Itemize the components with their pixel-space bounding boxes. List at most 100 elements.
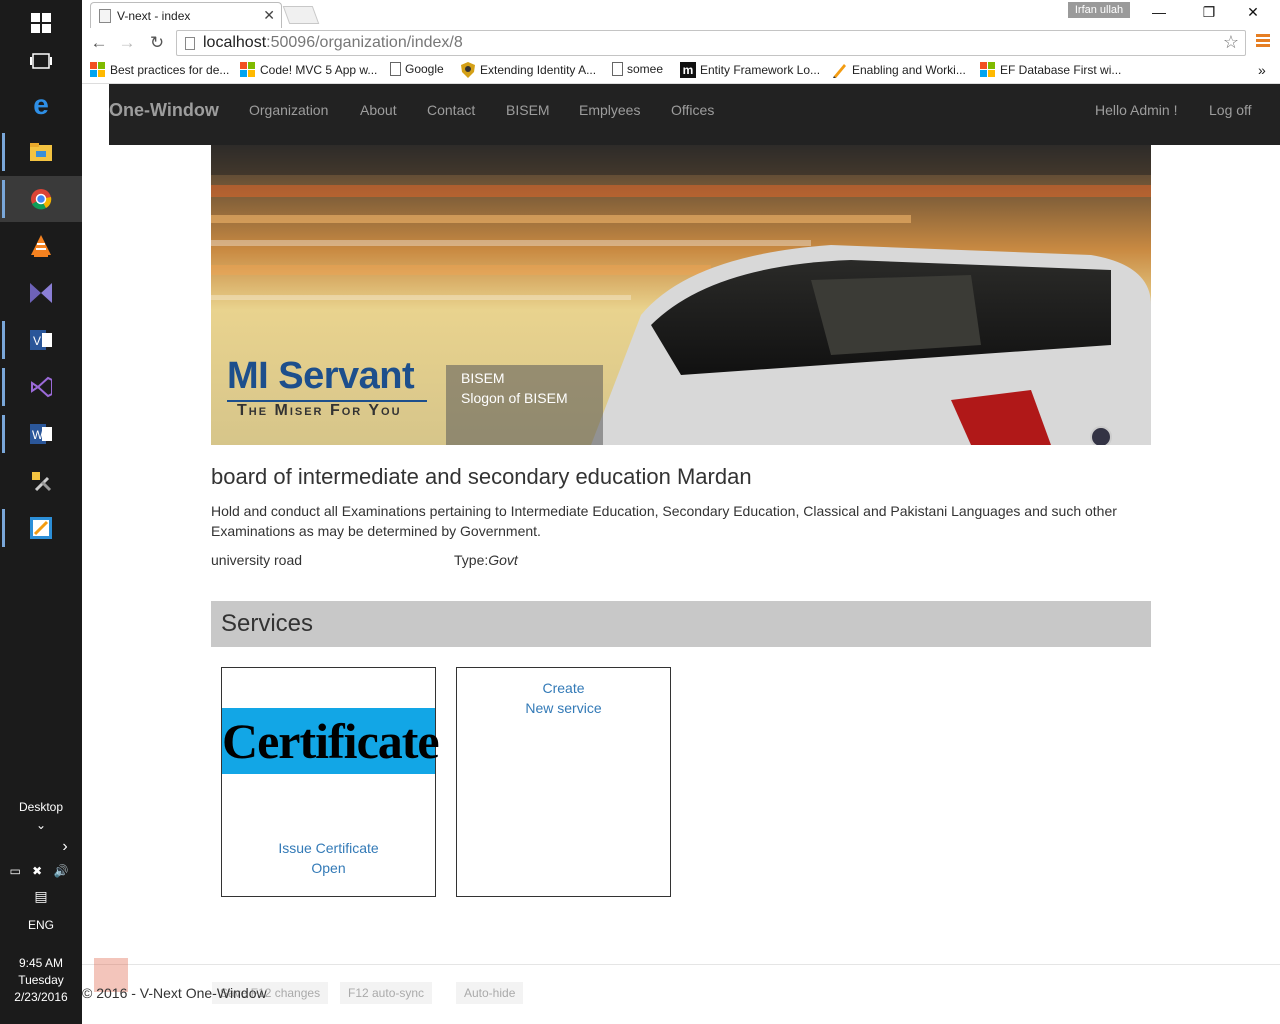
edge-icon[interactable]: e (0, 82, 82, 128)
create-service-link[interactable]: Create (457, 678, 670, 698)
nav-organization[interactable]: Organization (249, 84, 328, 145)
caption-slogan: Slogon of BISEM (461, 390, 568, 406)
new-tab-button[interactable] (282, 6, 320, 24)
language-indicator[interactable]: ENG (0, 918, 82, 932)
page-icon (185, 36, 195, 50)
page-icon (99, 8, 111, 23)
bookmark-label: EF Database First wi... (1000, 63, 1122, 77)
site-navbar: One-Window Organization About Contact BI… (109, 84, 1280, 145)
close-window-icon[interactable]: ✕ (1238, 4, 1268, 21)
org-description: Hold and conduct all Examinations pertai… (211, 503, 1117, 539)
bookmark-label: somee (627, 62, 664, 76)
m-icon: m (680, 62, 696, 78)
open-service-link[interactable]: Open (222, 858, 435, 878)
notification-icon[interactable]: ▤ (0, 888, 82, 905)
visual-studio-code-icon[interactable] (0, 270, 82, 316)
bookmark-label: Best practices for de... (110, 63, 230, 77)
url-path: :50096/organization/index/8 (266, 34, 463, 51)
svg-text:V: V (33, 334, 41, 348)
autohide-toggle[interactable]: Auto-hide (456, 982, 524, 1004)
ms-icon (980, 62, 996, 78)
bookmark-item[interactable]: EF Database First wi... (980, 62, 1121, 78)
tab-strip: V-next - index ✕ Irfan ullah — ❐ ✕ (82, 0, 1280, 28)
menu-icon[interactable] (1256, 34, 1270, 47)
nav-employees[interactable]: Emplyees (579, 84, 640, 145)
file-explorer-icon[interactable] (0, 129, 82, 175)
service-card-create: Create New service (456, 667, 671, 897)
back-icon[interactable]: ← (88, 32, 110, 54)
bookmark-item[interactable]: Best practices for de... (90, 62, 229, 78)
bookmark-label: Enabling and Worki... (852, 63, 966, 77)
clock-time[interactable]: 9:45 AM (0, 956, 82, 970)
bookmark-label: Google (405, 62, 444, 76)
bookmark-label: Entity Framework Lo... (700, 63, 821, 77)
service-card-certificate: Certificate Issue Certificate Open (221, 667, 440, 897)
user-greeting[interactable]: Hello Admin ! (1095, 84, 1177, 145)
browser-tab[interactable]: V-next - index ✕ (90, 2, 282, 28)
chrome-icon[interactable] (0, 176, 82, 222)
restore-icon[interactable]: ❐ (1194, 4, 1224, 21)
ms-icon (240, 62, 256, 78)
reload-icon[interactable]: ↻ (146, 32, 168, 54)
org-address: university road (211, 552, 303, 568)
browser-toolbar: ← → ↻ localhost:50096/organization/index… (82, 28, 1280, 58)
tab-title: V-next - index (117, 8, 191, 23)
bookmark-label: Code! MVC 5 App w... (260, 63, 378, 77)
brand-link[interactable]: One-Window (109, 84, 219, 145)
tools-icon[interactable] (0, 458, 82, 504)
clock-day: Tuesday (18, 973, 64, 987)
minimize-icon[interactable]: — (1144, 4, 1174, 20)
nav-about[interactable]: About (360, 84, 397, 145)
nav-bisem[interactable]: BISEM (506, 84, 550, 145)
logoff-link[interactable]: Log off (1209, 84, 1252, 145)
close-tab-icon[interactable]: ✕ (263, 7, 275, 24)
bookmark-item[interactable]: Google (390, 62, 444, 76)
new-service-link[interactable]: New service (457, 698, 670, 718)
url-host: localhost (203, 34, 267, 51)
sticky-app-icon[interactable] (0, 505, 82, 551)
page-icon (612, 62, 623, 76)
nav-offices[interactable]: Offices (671, 84, 714, 145)
desktop-label[interactable]: Desktop (0, 800, 82, 814)
forward-icon[interactable]: → (116, 32, 138, 54)
bookmark-item[interactable]: somee (612, 62, 663, 76)
bookmark-item[interactable]: Enabling and Worki... (832, 62, 966, 78)
services-header: Services (211, 601, 1151, 647)
f12-autosync-toggle[interactable]: F12 auto-sync (340, 982, 433, 1004)
hero-banner: MI Servant The Miser For You BISEM Slogo… (211, 145, 1151, 445)
browser-window: V-next - index ✕ Irfan ullah — ❐ ✕ ← → ↻… (82, 0, 1280, 1024)
more-bookmarks-icon[interactable]: » (1258, 62, 1266, 78)
visio-icon[interactable]: V (0, 317, 82, 363)
hero-caption: BISEM Slogon of BISEM (446, 365, 603, 445)
nav-contact[interactable]: Contact (427, 84, 475, 145)
clock-date: 2/23/2016 (14, 990, 68, 1004)
page-icon (390, 62, 401, 76)
address-bar[interactable]: localhost:50096/organization/index/8 ☆ (176, 30, 1246, 56)
user-badge[interactable]: Irfan ullah (1068, 2, 1130, 18)
taskbar: e V W Desktop ⌄ › ▭ ✖ 🔊 ▤ ENG 9:45 AM Tu… (0, 0, 82, 1024)
org-type-value: Govt (488, 552, 518, 568)
svg-text:W: W (32, 428, 44, 442)
word-icon[interactable]: W (0, 411, 82, 457)
bookmarks-bar: Best practices for de... Code! MVC 5 App… (82, 58, 1280, 84)
chevron-down-icon[interactable]: ⌄ (0, 818, 82, 832)
certificate-image: Certificate (222, 708, 440, 774)
site-footer: © 2016 - V-Next One-Window (82, 985, 267, 1001)
system-tray-icons[interactable]: ▭ ✖ 🔊 (0, 864, 82, 878)
vlc-icon[interactable] (0, 223, 82, 269)
org-type: Type:Govt (454, 552, 518, 568)
bookmark-item[interactable]: m Entity Framework Lo... (680, 62, 820, 78)
task-view-icon[interactable] (0, 38, 82, 84)
org-title: board of intermediate and secondary educ… (211, 464, 752, 489)
issue-certificate-link[interactable]: Issue Certificate (222, 838, 435, 858)
bookmark-item[interactable]: Extending Identity A... (460, 62, 596, 78)
visual-studio-icon[interactable] (0, 364, 82, 410)
shield-icon (460, 62, 476, 78)
bookmark-label: Extending Identity A... (480, 63, 597, 77)
logo-subtitle: The Miser For You (237, 402, 402, 419)
bookmark-item[interactable]: Code! MVC 5 App w... (240, 62, 377, 78)
org-type-label: Type: (454, 552, 489, 568)
ms-icon (90, 62, 106, 78)
star-icon[interactable]: ☆ (1223, 32, 1239, 53)
caption-title: BISEM (461, 370, 505, 386)
